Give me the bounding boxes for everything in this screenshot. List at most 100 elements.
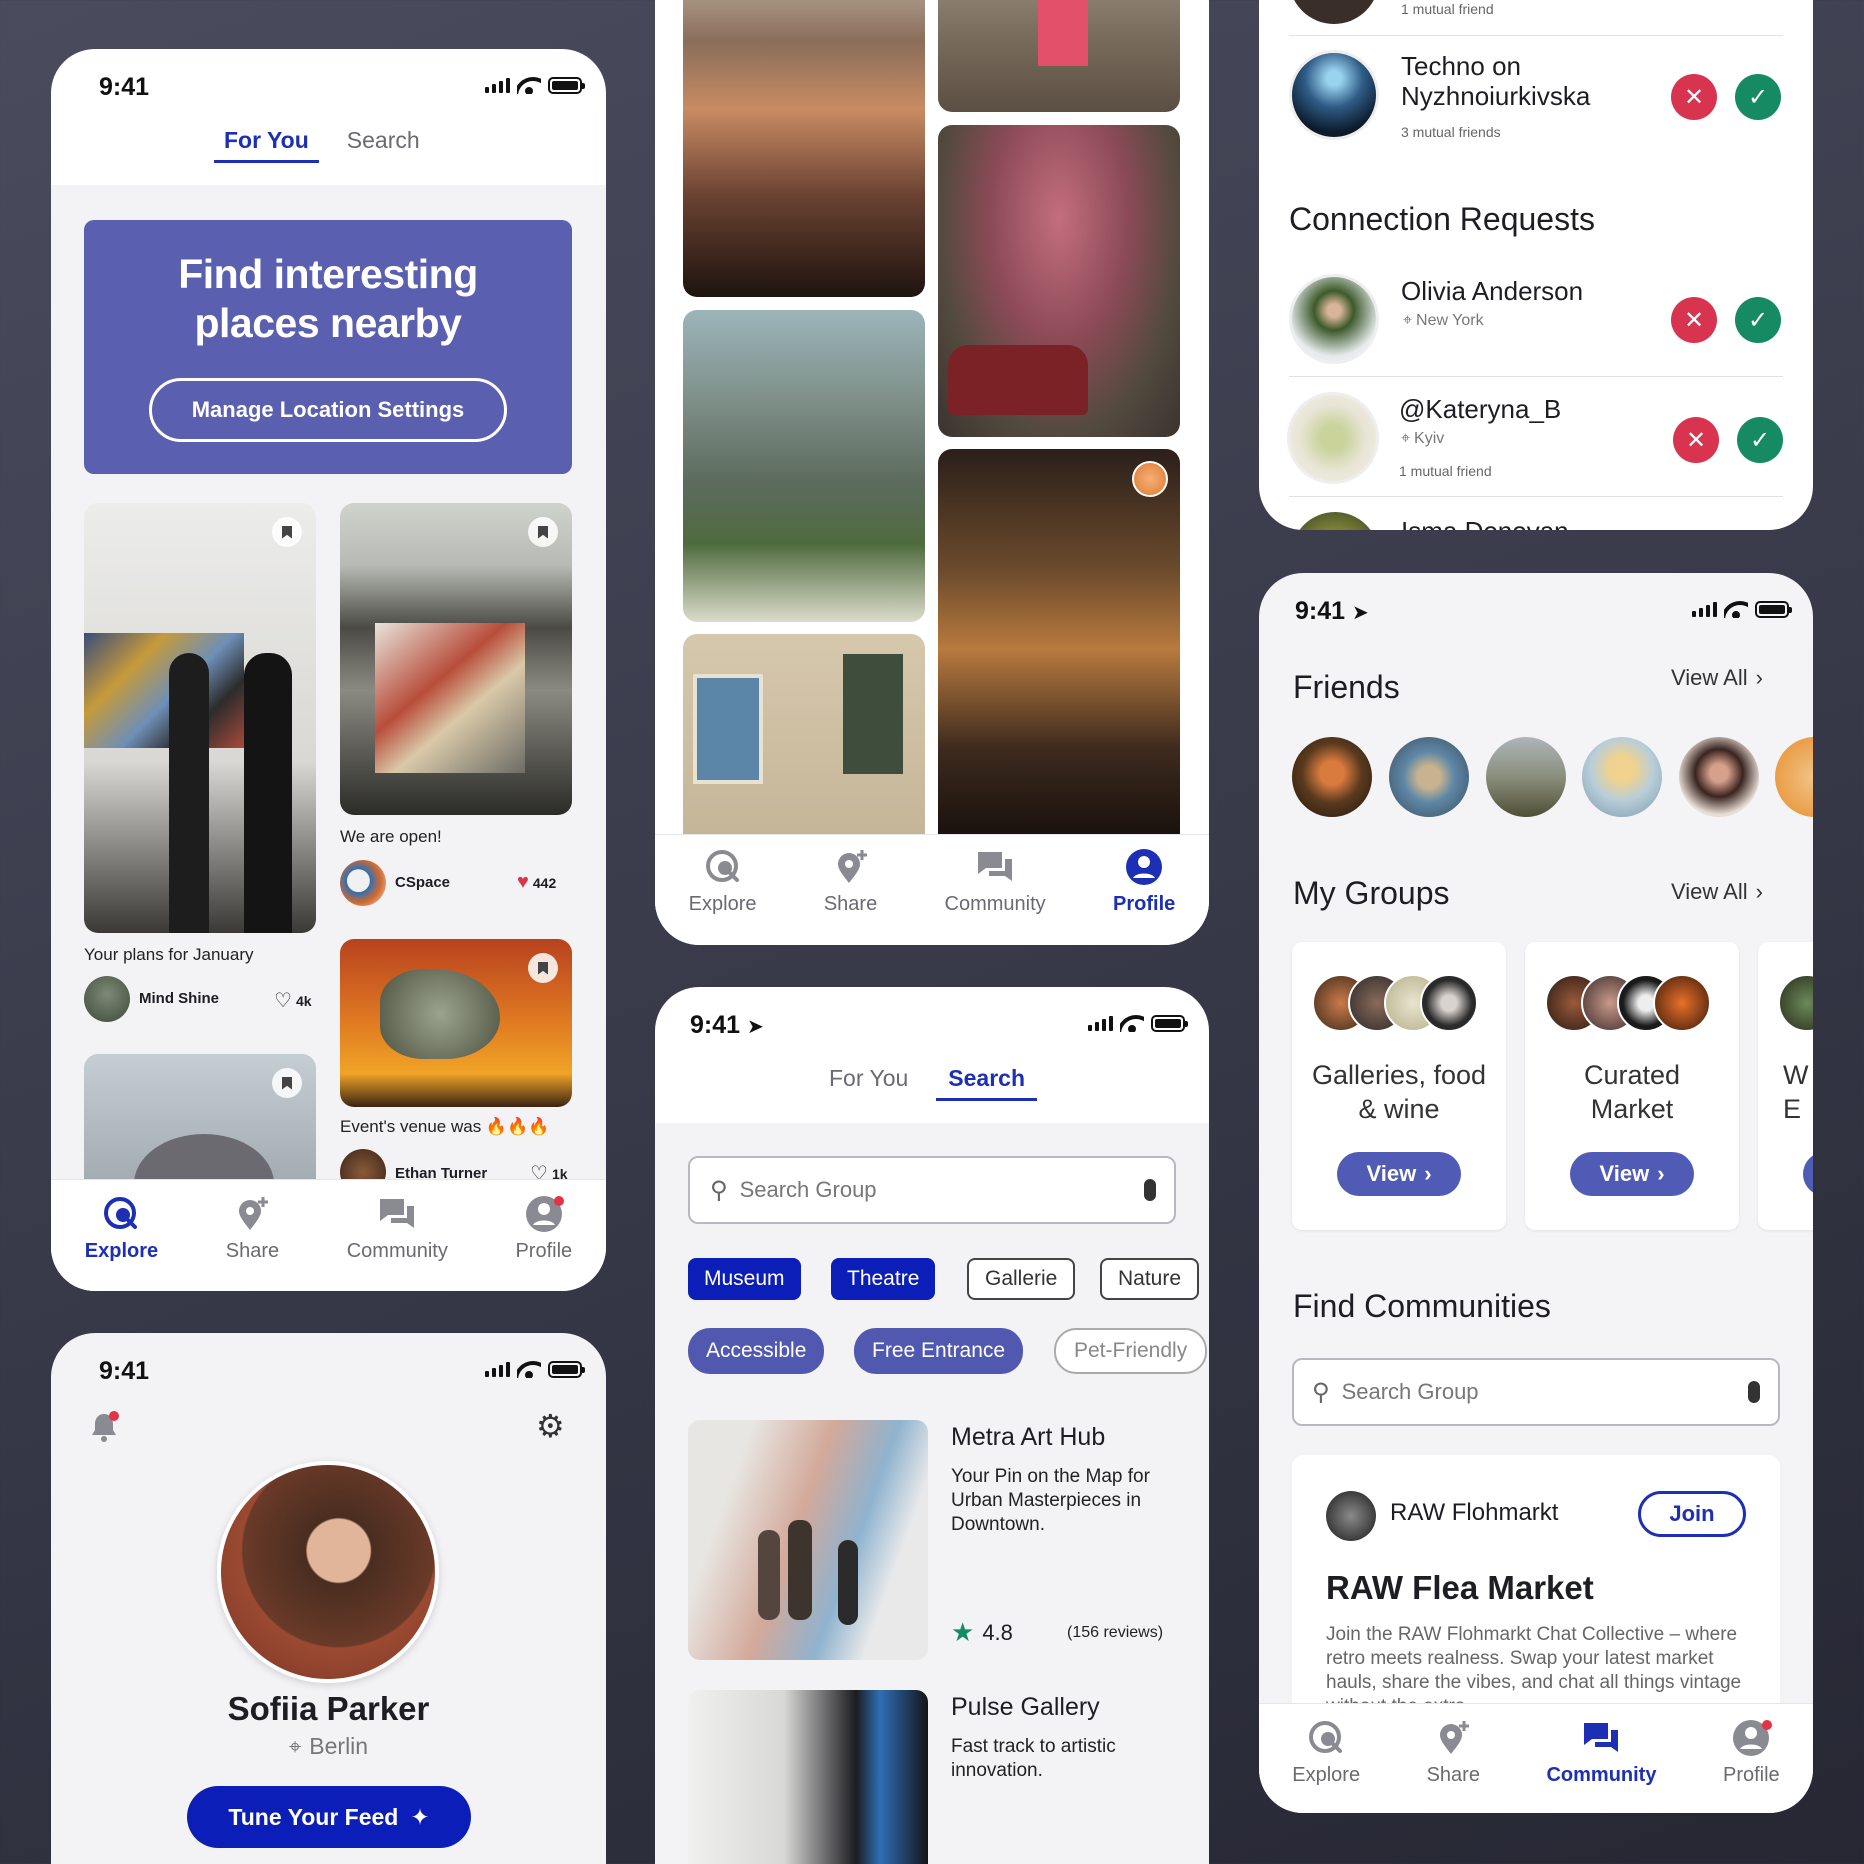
avatar[interactable]	[1291, 512, 1379, 530]
suggest-name[interactable]: Techno on Nyzhnoiurkivska	[1401, 51, 1631, 111]
post-image-venue[interactable]	[340, 939, 572, 1107]
result-image[interactable]	[688, 1690, 928, 1864]
chip-museum[interactable]: Museum	[688, 1258, 801, 1300]
request-name[interactable]: Olivia Anderson	[1401, 276, 1583, 307]
groups-view-all[interactable]: View All ›	[1671, 879, 1763, 905]
result-title[interactable]: Metra Art Hub	[951, 1423, 1105, 1452]
avatar[interactable]	[1289, 0, 1379, 24]
community-search-input[interactable]: ⚲ Search Group	[1292, 1358, 1780, 1426]
chip-pet-friendly[interactable]: Pet-Friendly	[1054, 1328, 1208, 1374]
heart-icon[interactable]: ♡	[274, 988, 292, 1013]
manage-location-button[interactable]: Manage Location Settings	[149, 378, 507, 442]
photo-mountain-ridge[interactable]	[683, 0, 925, 297]
wifi-icon	[517, 77, 541, 94]
post-image-storefront[interactable]	[340, 503, 572, 815]
avatar[interactable]	[84, 976, 130, 1022]
group-view-button[interactable]	[1803, 1152, 1813, 1196]
gear-icon[interactable]: ⚙	[536, 1410, 566, 1442]
location-arrow-icon: ➤	[747, 1016, 764, 1038]
result-desc: Fast track to artistic innovation.	[951, 1736, 1116, 1781]
mic-icon[interactable]	[1748, 1381, 1760, 1403]
tune-feed-button[interactable]: Tune Your Feed ✦	[187, 1786, 471, 1848]
join-button[interactable]: Join	[1638, 1491, 1746, 1537]
decline-button[interactable]: ✕	[1671, 297, 1717, 343]
group-card[interactable]: Curated Market View ›	[1525, 942, 1739, 1230]
nav-profile[interactable]: Profile	[1723, 1718, 1780, 1787]
share-pin-icon	[239, 1197, 269, 1230]
friend-avatar[interactable]	[1582, 737, 1662, 817]
photo-balcony-facade[interactable]	[683, 634, 925, 854]
bookmark-icon[interactable]	[528, 953, 558, 983]
nav-share[interactable]: Share	[824, 847, 877, 916]
close-icon: ✕	[1683, 83, 1705, 111]
nav-profile[interactable]: Profile	[515, 1194, 572, 1263]
search-input[interactable]: ⚲ Search Group	[688, 1156, 1176, 1224]
bell-icon[interactable]	[89, 1411, 119, 1443]
nav-community[interactable]: Community	[347, 1194, 448, 1263]
accept-button[interactable]: ✓	[1735, 297, 1781, 343]
accept-button[interactable]: ✓	[1735, 74, 1781, 120]
friend-avatar[interactable]	[1775, 737, 1813, 817]
request-name[interactable]: @Kateryna_B	[1399, 394, 1561, 425]
group-view-button[interactable]: View ›	[1570, 1152, 1694, 1196]
mic-icon[interactable]	[1144, 1179, 1156, 1201]
decline-button[interactable]: ✕	[1673, 417, 1719, 463]
tab-for-you[interactable]: For You	[829, 1065, 908, 1101]
nav-explore[interactable]: Explore	[1292, 1718, 1360, 1787]
photo-dolomites[interactable]	[683, 310, 925, 622]
heart-icon[interactable]: ♥	[517, 871, 529, 894]
tab-search[interactable]: Search	[347, 127, 420, 163]
signal-icon	[485, 1362, 510, 1377]
signal-icon	[485, 78, 510, 93]
avatar[interactable]	[1287, 392, 1379, 484]
photo-blossom-street[interactable]	[938, 125, 1180, 437]
group-card[interactable]: W E	[1758, 942, 1813, 1230]
profile-name: Sofiia Parker	[227, 1690, 430, 1727]
nav-community[interactable]: Community	[945, 847, 1046, 916]
post-author[interactable]: CSpace	[395, 874, 450, 891]
bookmark-icon[interactable]	[528, 517, 558, 547]
nav-profile[interactable]: Profile	[1113, 847, 1175, 916]
bookmark-icon[interactable]	[272, 517, 302, 547]
chip-theatre[interactable]: Theatre	[831, 1258, 936, 1300]
accept-button[interactable]: ✓	[1737, 417, 1783, 463]
nav-share[interactable]: Share	[226, 1194, 279, 1263]
decline-button[interactable]: ✕	[1671, 74, 1717, 120]
avatar[interactable]	[340, 860, 386, 906]
chip-free-entrance[interactable]: Free Entrance	[854, 1328, 1024, 1374]
rating: 4.8	[982, 1619, 1013, 1645]
search-icon: ⚲	[710, 1176, 728, 1204]
post-author[interactable]: Mind Shine	[139, 990, 219, 1007]
friend-avatar[interactable]	[1486, 737, 1566, 817]
result-image[interactable]	[688, 1420, 928, 1660]
avatar[interactable]	[1132, 461, 1168, 497]
post-image-gallery[interactable]	[84, 503, 316, 933]
nav-explore[interactable]: Explore	[85, 1194, 158, 1263]
nav-explore[interactable]: Explore	[689, 847, 756, 916]
group-view-button[interactable]: View ›	[1337, 1152, 1461, 1196]
tab-search[interactable]: Search	[936, 1065, 1038, 1101]
friend-avatar[interactable]	[1389, 737, 1469, 817]
chip-gallerie[interactable]: Gallerie	[967, 1258, 1076, 1300]
notification-dot	[109, 1411, 119, 1421]
location-pin-icon: ⌖	[1401, 430, 1411, 447]
chip-nature[interactable]: Nature	[1100, 1258, 1200, 1300]
feature-account[interactable]: RAW Flohmarkt	[1390, 1499, 1558, 1527]
friend-avatar[interactable]	[1292, 737, 1372, 817]
nav-community[interactable]: Community	[1546, 1718, 1656, 1787]
photo-beach-chair[interactable]	[938, 0, 1180, 112]
chip-accessible[interactable]: Accessible	[688, 1328, 825, 1374]
group-card[interactable]: Galleries, food & wine View ›	[1292, 942, 1506, 1230]
nav-share[interactable]: Share	[1427, 1718, 1480, 1787]
avatar	[1778, 974, 1813, 1032]
photo-night-stairs[interactable]	[938, 449, 1180, 849]
avatar[interactable]	[1289, 50, 1379, 140]
tab-for-you[interactable]: For You	[214, 127, 319, 163]
share-pin-icon	[837, 850, 867, 883]
result-title[interactable]: Pulse Gallery	[951, 1693, 1100, 1722]
bookmark-icon[interactable]	[272, 1068, 302, 1098]
friends-view-all[interactable]: View All ›	[1671, 665, 1763, 691]
request-name[interactable]: Isma Donovan	[1401, 516, 1569, 530]
avatar[interactable]	[1289, 274, 1379, 364]
friend-avatar[interactable]	[1679, 737, 1759, 817]
